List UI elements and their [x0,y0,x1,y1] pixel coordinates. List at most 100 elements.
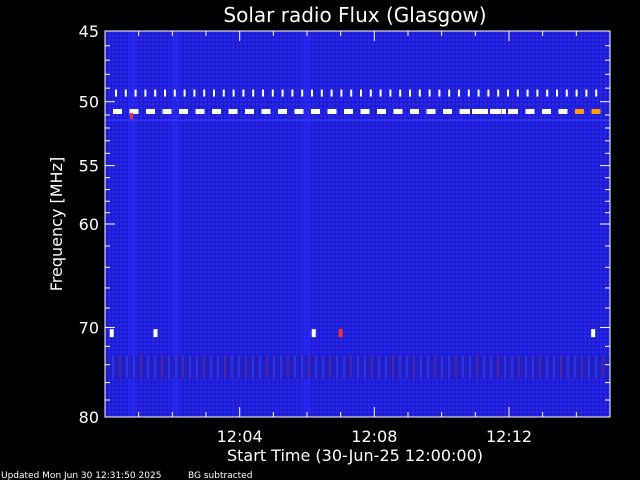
dashed-band-mark [311,109,320,115]
dotted-band-mark [546,89,549,97]
dotted-band-mark [516,89,519,97]
dashed-band-mark [344,109,353,115]
x-axis-label: Start Time (30-Jun-25 12:00:00) [227,446,483,465]
dotted-band-mark [477,89,480,97]
dotted-band-mark [350,89,353,97]
dotted-band-mark [222,89,225,97]
dashed-band-mark [146,109,155,115]
bright-spot [153,329,158,338]
dotted-band-mark [311,89,313,97]
dashed-band-mark [410,109,419,115]
dotted-band-mark [526,89,529,97]
dashed-band-mark [228,109,238,115]
spectrogram-figure: Solar radio Flux (Glasgow) 455055607080 … [1,3,611,480]
dotted-band-mark [556,89,558,97]
dense-band-mark [478,109,482,115]
dashed-band-mark [261,109,271,115]
dashed-band-mark [393,109,403,115]
dense-band-mark [514,109,518,115]
dotted-band-mark [536,89,539,97]
dotted-band-mark [232,89,235,97]
plot-area [104,30,611,418]
dense-band-mark [472,109,476,115]
bright-spot [591,329,596,338]
dotted-band-mark [281,89,284,97]
chart-title: Solar radio Flux (Glasgow) [223,3,486,27]
dotted-band-mark [124,89,127,97]
dashed-band-mark [245,109,254,115]
dotted-band-mark [369,89,372,97]
dotted-band-mark [242,89,245,97]
x-tick-label: 12:04 [217,427,263,446]
dashed-band-mark [558,109,568,115]
y-tick-label: 55 [79,157,99,176]
x-tick-label: 12:12 [486,427,532,446]
bright-spot [338,329,343,338]
dotted-band-mark [428,89,431,97]
dashed-band-mark [278,109,287,115]
dotted-band-mark [458,89,460,97]
x-tick-label: 12:08 [351,427,397,446]
dotted-band-mark [340,89,343,97]
y-tick-label: 45 [79,22,99,41]
dotted-band-mark [183,89,186,97]
footer-updated: Updated Mon Jun 30 12:31:50 2025 [1,471,161,480]
dotted-band-mark [154,89,157,97]
dotted-band-mark [144,89,147,97]
bright-spot [311,329,316,338]
y-tick-label: 80 [79,408,99,427]
dotted-band-mark [213,89,215,97]
dotted-band-mark [271,89,274,97]
dense-band-mark [484,109,488,115]
dashed-band-mark [327,109,337,115]
dashed-band-mark [443,109,452,115]
red-blip [130,113,133,120]
dotted-band-mark [575,89,578,97]
bright-spot [109,329,114,338]
y-axis-label: Frequency [MHz] [47,157,66,291]
dashed-band-mark [179,109,188,115]
dotted-band-mark [203,89,206,97]
dotted-band-mark [565,89,568,97]
dashed-band-mark [212,109,221,115]
dashed-band-mark [525,109,535,115]
dotted-band-mark [164,89,166,97]
dotted-band-mark [379,89,382,97]
dotted-band-mark [497,89,500,97]
dotted-band-mark [134,89,137,97]
dashed-band-mark [377,109,386,115]
dashed-band-mark [360,109,370,115]
dotted-band-mark [301,89,304,97]
dotted-band-mark [389,89,392,97]
y-tick-label: 70 [79,318,99,337]
dotted-band-mark [585,89,588,97]
dotted-band-mark [467,89,470,97]
dotted-band-mark [173,89,176,97]
y-tick-label: 60 [79,215,99,234]
dotted-band-mark [438,89,441,97]
dense-band-mark [508,109,512,115]
y-tick-label: 50 [79,93,99,112]
dashed-band-mark [426,109,436,115]
dense-band-mark [496,109,500,115]
dotted-band-mark [487,89,490,97]
dashed-band-mark [195,109,205,115]
dotted-band-mark [360,89,362,97]
dotted-band-mark [320,89,323,97]
dotted-band-mark [399,89,402,97]
dotted-band-mark [418,89,421,97]
dotted-band-mark [291,89,294,97]
dense-band-mark [466,109,470,115]
dashed-band-mark [591,109,601,115]
dashed-band-mark [294,109,304,115]
dashed-band-mark [162,109,172,115]
dotted-band-mark [595,89,598,97]
dashed-band-mark [113,109,122,115]
dotted-band-mark [448,89,451,97]
dotted-band-mark [330,89,333,97]
dotted-band-mark [115,89,117,97]
dashed-band-mark [542,109,551,115]
dashed-band-mark [575,109,584,115]
dotted-band-mark [193,89,196,97]
footer-bg-note: BG subtracted [188,471,252,480]
